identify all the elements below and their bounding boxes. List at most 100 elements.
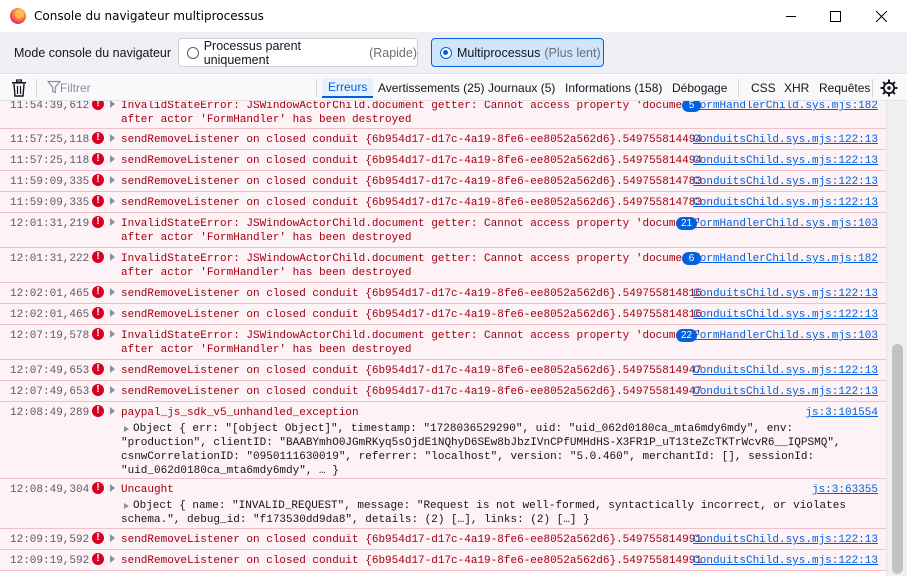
mode-option-label: Processus parent uniquement xyxy=(203,38,301,67)
log-timestamp: 11:59:09,335 xyxy=(10,176,90,188)
expand-arrow-icon[interactable] xyxy=(110,365,115,373)
expand-arrow-icon[interactable] xyxy=(110,197,115,205)
object-expand-arrow-icon[interactable] xyxy=(124,503,129,509)
log-row[interactable]: 12:08:49,289! paypal_js_sdk_v5_unhandled_… xyxy=(0,402,886,479)
error-icon: ! xyxy=(92,553,104,565)
log-message: paypal_js_sdk_v5_unhandled_exception xyxy=(121,407,359,419)
expand-arrow-icon[interactable] xyxy=(110,253,115,261)
log-row[interactable]: 12:09:19,592! sendRemoveListener on close… xyxy=(0,529,886,550)
filter-chip-requests[interactable]: Requêtes xyxy=(813,78,876,98)
source-link[interactable]: ConduitsChild.sys.mjs:122:13 xyxy=(693,386,878,398)
source-link[interactable]: ConduitsChild.sys.mjs:122:13 xyxy=(693,365,878,377)
expand-arrow-icon[interactable] xyxy=(110,288,115,296)
log-row[interactable]: 12:02:01,465! sendRemoveListener on close… xyxy=(0,304,886,325)
log-row[interactable]: 12:07:49,653! sendRemoveListener on close… xyxy=(0,381,886,402)
log-row[interactable]: 11:57:25,118! sendRemoveListener on close… xyxy=(0,150,886,171)
filter-chip-xhr[interactable]: XHR xyxy=(778,78,815,98)
log-message: InvalidStateError: JSWindowActorChild.do… xyxy=(121,218,702,230)
source-link[interactable]: FormHandlerChild.sys.mjs:182 xyxy=(693,101,878,112)
log-row[interactable]: 11:54:39,612! InvalidStateError: JSWindow… xyxy=(0,101,886,129)
log-timestamp: 11:57:25,118 xyxy=(10,155,90,167)
log-timestamp: 12:09:19,592 xyxy=(10,555,90,567)
log-row[interactable]: 11:59:09,335! sendRemoveListener on close… xyxy=(0,192,886,213)
source-link[interactable]: ConduitsChild.sys.mjs:122:13 xyxy=(693,134,878,146)
mode-parent-only-radio[interactable]: Processus parent uniquement (Rapide) xyxy=(178,38,418,67)
expand-arrow-icon[interactable] xyxy=(110,309,115,317)
expand-arrow-icon[interactable] xyxy=(110,155,115,163)
error-icon: ! xyxy=(92,251,104,263)
filter-chip-info[interactable]: Informations (158) xyxy=(559,78,668,98)
object-preview-line: csnwCorrelationID: "0950111630019", refe… xyxy=(121,451,815,463)
log-row[interactable]: 11:57:25,118! sendRemoveListener on close… xyxy=(0,129,886,150)
error-icon: ! xyxy=(92,363,104,375)
scrollbar-thumb[interactable] xyxy=(892,344,903,574)
object-expand-arrow-icon[interactable] xyxy=(124,426,129,432)
expand-arrow-icon[interactable] xyxy=(110,218,115,226)
trash-icon[interactable] xyxy=(11,79,27,97)
toolbar-divider xyxy=(36,79,37,97)
log-row[interactable]: 12:07:19,578! InvalidStateError: JSWindow… xyxy=(0,325,886,360)
expand-arrow-icon[interactable] xyxy=(110,386,115,394)
error-icon: ! xyxy=(92,532,104,544)
expand-arrow-icon[interactable] xyxy=(110,555,115,563)
log-timestamp: 12:09:19,592 xyxy=(10,534,90,546)
filter-chip-logs[interactable]: Journaux (5) xyxy=(482,78,561,98)
mode-multiprocess-radio[interactable]: Multiprocessus (Plus lent) xyxy=(431,38,604,67)
object-preview-line: "production", clientID: "BAABYmhO0JGmRKy… xyxy=(121,437,841,449)
error-icon: ! xyxy=(92,174,104,186)
error-icon: ! xyxy=(92,328,104,340)
expand-arrow-icon[interactable] xyxy=(110,330,115,338)
expand-arrow-icon[interactable] xyxy=(110,484,115,492)
filter-chip-errors[interactable]: Erreurs xyxy=(322,78,374,98)
log-timestamp: 12:02:01,465 xyxy=(10,309,90,321)
log-message: sendRemoveListener on closed conduit {6b… xyxy=(121,534,702,546)
filter-chip-css[interactable]: CSS xyxy=(745,78,782,98)
expand-arrow-icon[interactable] xyxy=(110,534,115,542)
log-row[interactable]: 11:59:09,335! sendRemoveListener on close… xyxy=(0,171,886,192)
mode-option-hint: (Rapide) xyxy=(369,45,417,60)
log-row[interactable]: 12:07:49,653! sendRemoveListener on close… xyxy=(0,360,886,381)
log-row[interactable]: 12:02:01,465! sendRemoveListener on close… xyxy=(0,283,886,304)
error-icon: ! xyxy=(92,195,104,207)
log-row[interactable]: 12:08:49,304! Uncaught Object { name: "INV… xyxy=(0,479,886,529)
expand-arrow-icon[interactable] xyxy=(110,134,115,142)
console-mode-bar: Mode console du navigateur Processus par… xyxy=(0,32,907,74)
log-row[interactable]: 12:01:31,222! InvalidStateError: JSWindow… xyxy=(0,248,886,283)
radio-selected-icon xyxy=(440,46,452,59)
log-message-continued: after actor 'FormHandler' has been destr… xyxy=(121,232,412,244)
object-preview-line: schema.", debug_id: "f173530dd9da8", det… xyxy=(121,514,590,526)
expand-arrow-icon[interactable] xyxy=(110,176,115,184)
filter-chip-debug[interactable]: Débogage xyxy=(666,78,733,98)
minimize-button[interactable] xyxy=(768,0,814,32)
source-link[interactable]: ConduitsChild.sys.mjs:122:13 xyxy=(693,288,878,300)
log-message-continued: after actor 'FormHandler' has been destr… xyxy=(121,114,412,126)
error-icon: ! xyxy=(92,216,104,228)
expand-arrow-icon[interactable] xyxy=(110,407,115,415)
source-link[interactable]: js:3:63355 xyxy=(812,484,878,496)
source-link[interactable]: ConduitsChild.sys.mjs:122:13 xyxy=(693,309,878,321)
source-link[interactable]: ConduitsChild.sys.mjs:122:13 xyxy=(693,176,878,188)
source-link[interactable]: FormHandlerChild.sys.mjs:182 xyxy=(693,253,878,265)
object-preview-line: Object { err: "[object Object]", timesta… xyxy=(133,423,794,435)
source-link[interactable]: ConduitsChild.sys.mjs:122:13 xyxy=(693,534,878,546)
log-message: sendRemoveListener on closed conduit {6b… xyxy=(121,176,702,188)
minimize-icon xyxy=(786,16,796,17)
filter-chip-warnings[interactable]: Avertissements (25) xyxy=(372,78,490,98)
source-link[interactable]: FormHandlerChild.sys.mjs:103 xyxy=(693,330,878,342)
maximize-button[interactable] xyxy=(812,0,858,32)
source-link[interactable]: ConduitsChild.sys.mjs:122:13 xyxy=(693,555,878,567)
log-row[interactable]: 12:01:31,219! InvalidStateError: JSWindow… xyxy=(0,213,886,248)
source-link[interactable]: js:3:101554 xyxy=(805,407,878,419)
gear-icon[interactable] xyxy=(880,79,898,97)
expand-arrow-icon[interactable] xyxy=(110,101,115,108)
log-message-continued: after actor 'FormHandler' has been destr… xyxy=(121,267,412,279)
firefox-logo-icon xyxy=(10,8,26,24)
source-link[interactable]: ConduitsChild.sys.mjs:122:13 xyxy=(693,155,878,167)
console-scrollbar[interactable] xyxy=(886,101,907,576)
close-button[interactable] xyxy=(858,0,904,32)
log-row[interactable]: 12:09:19,592! sendRemoveListener on close… xyxy=(0,550,886,571)
log-message: sendRemoveListener on closed conduit {6b… xyxy=(121,386,702,398)
source-link[interactable]: ConduitsChild.sys.mjs:122:13 xyxy=(693,197,878,209)
source-link[interactable]: FormHandlerChild.sys.mjs:103 xyxy=(693,218,878,230)
filter-input[interactable] xyxy=(60,79,300,97)
